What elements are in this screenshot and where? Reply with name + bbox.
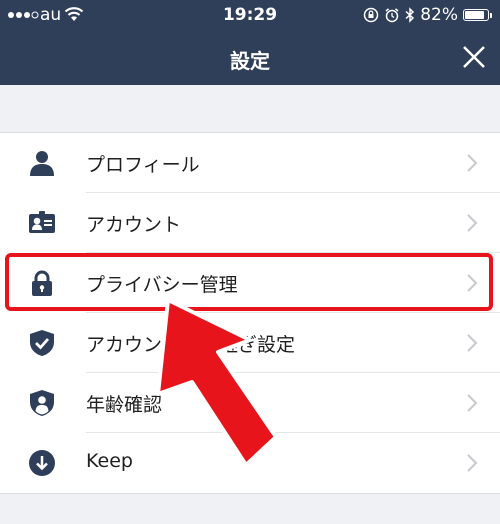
chevron-right-icon [467,214,478,232]
settings-row-label: アカウント [86,214,182,236]
nav-bar: 設定 [0,30,500,85]
battery-percent: 82% [420,5,458,25]
settings-row-account-transfer[interactable]: アカウント引き継ぎ設定 [0,313,500,373]
settings-row-label: プロフィール [86,154,200,176]
settings-row-label: アカウント引き継ぎ設定 [86,334,296,356]
chevron-right-icon [467,394,478,412]
alarm-icon [385,8,399,23]
rotation-lock-icon [363,7,379,23]
settings-list: プロフィール アカウント プライバシー管理 アカウント引き継ぎ設定 年齢確認 K… [0,132,500,494]
person-icon [30,151,54,176]
id-card-icon [29,211,55,233]
settings-row-age-verification[interactable]: 年齢確認 [0,373,500,433]
settings-row-account[interactable]: アカウント [0,193,500,253]
chevron-right-icon [467,154,478,172]
close-icon[interactable] [460,43,488,71]
shield-check-icon [30,330,54,356]
settings-row-keep[interactable]: Keep [0,433,500,493]
chevron-right-icon [467,454,478,472]
shield-person-icon [30,390,54,416]
bluetooth-icon [405,7,415,23]
settings-row-label: 年齢確認 [86,394,163,416]
chevron-right-icon [467,334,478,352]
status-bar: au 19:29 82% [0,0,500,30]
page-title: 設定 [230,49,270,73]
highlight-box [5,253,493,311]
settings-row-profile[interactable]: プロフィール [0,133,500,193]
keep-download-icon [29,450,55,476]
battery-icon [463,9,489,21]
battery-cap [490,12,492,18]
settings-row-label: Keep [86,450,133,472]
